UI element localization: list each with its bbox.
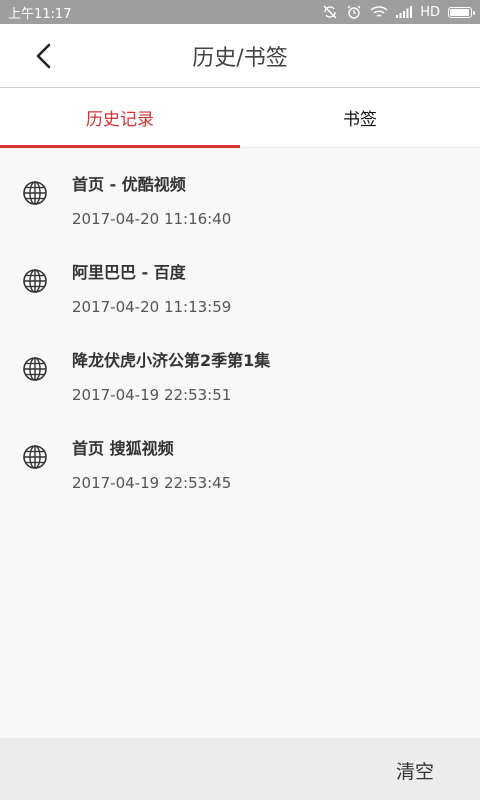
signal-icon [396, 6, 413, 18]
bottom-bar: 清空 [0, 738, 480, 800]
tab-history[interactable]: 历史记录 [0, 88, 240, 148]
status-icons: HD [322, 4, 475, 20]
status-time: 上午11:17 [8, 6, 72, 22]
status-bar: 上午11:17 HD [0, 0, 480, 24]
globe-icon [23, 357, 47, 381]
clear-button[interactable]: 清空 [396, 757, 434, 784]
page-title: 历史/书签 [192, 45, 288, 71]
tab-bookmarks[interactable]: 书签 [240, 88, 480, 147]
history-item-title: 首页 搜狐视频 [72, 439, 174, 458]
history-item[interactable]: 首页 - 优酷视频 2017-04-20 11:16:40 [0, 148, 480, 236]
history-item-time: 2017-04-19 22:53:51 [72, 386, 232, 404]
history-item-time: 2017-04-20 11:16:40 [72, 210, 232, 228]
network-type: HD [420, 4, 440, 20]
back-button[interactable] [28, 40, 60, 72]
history-item-title: 首页 - 优酷视频 [72, 175, 186, 194]
history-item-time: 2017-04-20 11:13:59 [72, 298, 232, 316]
tab-history-label: 历史记录 [86, 110, 154, 130]
globe-icon [23, 181, 47, 205]
history-item-title: 降龙伏虎小济公第2季第1集 [72, 351, 271, 370]
history-item-time: 2017-04-19 22:53:45 [72, 474, 232, 492]
tab-bookmarks-label: 书签 [343, 110, 377, 130]
history-item[interactable]: 阿里巴巴 - 百度 2017-04-20 11:13:59 [0, 236, 480, 324]
tab-bar: 历史记录 书签 [0, 88, 480, 148]
wifi-icon [370, 5, 388, 19]
alarm-icon [346, 4, 362, 20]
history-list: 首页 - 优酷视频 2017-04-20 11:16:40 阿里巴巴 - 百度 … [0, 148, 480, 500]
app-header: 历史/书签 [0, 24, 480, 88]
globe-icon [23, 269, 47, 293]
history-item-title: 阿里巴巴 - 百度 [72, 263, 186, 282]
chevron-left-icon [36, 43, 51, 69]
history-item[interactable]: 降龙伏虎小济公第2季第1集 2017-04-19 22:53:51 [0, 324, 480, 412]
battery-icon [448, 6, 475, 18]
globe-icon [23, 445, 47, 469]
no-sync-icon [322, 4, 338, 20]
history-item[interactable]: 首页 搜狐视频 2017-04-19 22:53:45 [0, 412, 480, 500]
